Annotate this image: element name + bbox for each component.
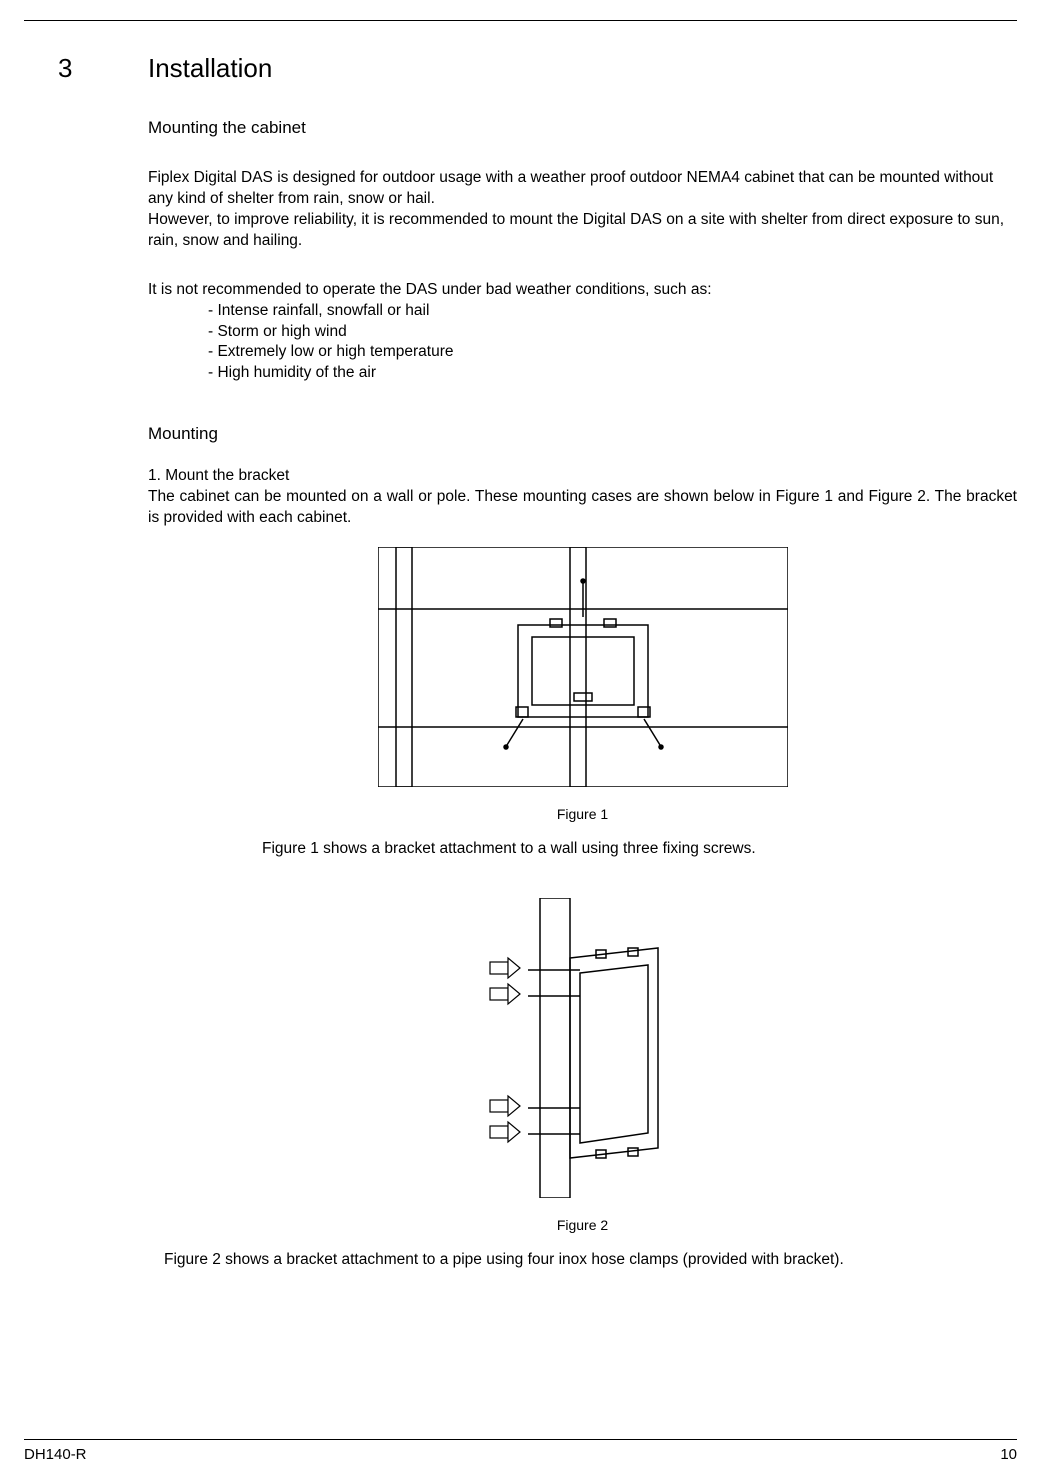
figure-2 [148, 898, 1017, 1203]
figure-1-description: Figure 1 shows a bracket attachment to a… [148, 840, 1017, 858]
pole-mount-diagram-icon [468, 898, 698, 1198]
paragraph: However, to improve reliability, it is r… [148, 210, 1017, 252]
list-item: - Extremely low or high temperature [208, 342, 1017, 363]
figure-1 [148, 547, 1017, 792]
paragraph: It is not recommended to operate the DAS… [148, 280, 1017, 301]
figure-2-description: Figure 2 shows a bracket attachment to a… [148, 1251, 1017, 1269]
step-title: 1. Mount the bracket [148, 466, 1017, 487]
subheading-mounting: Mounting [148, 424, 1017, 444]
paragraph: The cabinet can be mounted on a wall or … [148, 487, 1017, 529]
figure-2-caption: Figure 2 [148, 1217, 1017, 1233]
footer-doc-id: DH140-R [24, 1446, 87, 1463]
subheading-mounting-cabinet: Mounting the cabinet [148, 118, 1017, 138]
footer-page-number: 10 [1000, 1446, 1017, 1463]
paragraph: Fiplex Digital DAS is designed for outdo… [148, 168, 1017, 210]
figure-1-caption: Figure 1 [148, 806, 1017, 822]
list-item: - Storm or high wind [208, 322, 1017, 343]
section-number: 3 [58, 53, 148, 84]
section-title: Installation [148, 53, 272, 84]
list-item: - High humidity of the air [208, 363, 1017, 384]
wall-mount-diagram-icon [378, 547, 788, 787]
list-item: - Intense rainfall, snowfall or hail [208, 301, 1017, 322]
